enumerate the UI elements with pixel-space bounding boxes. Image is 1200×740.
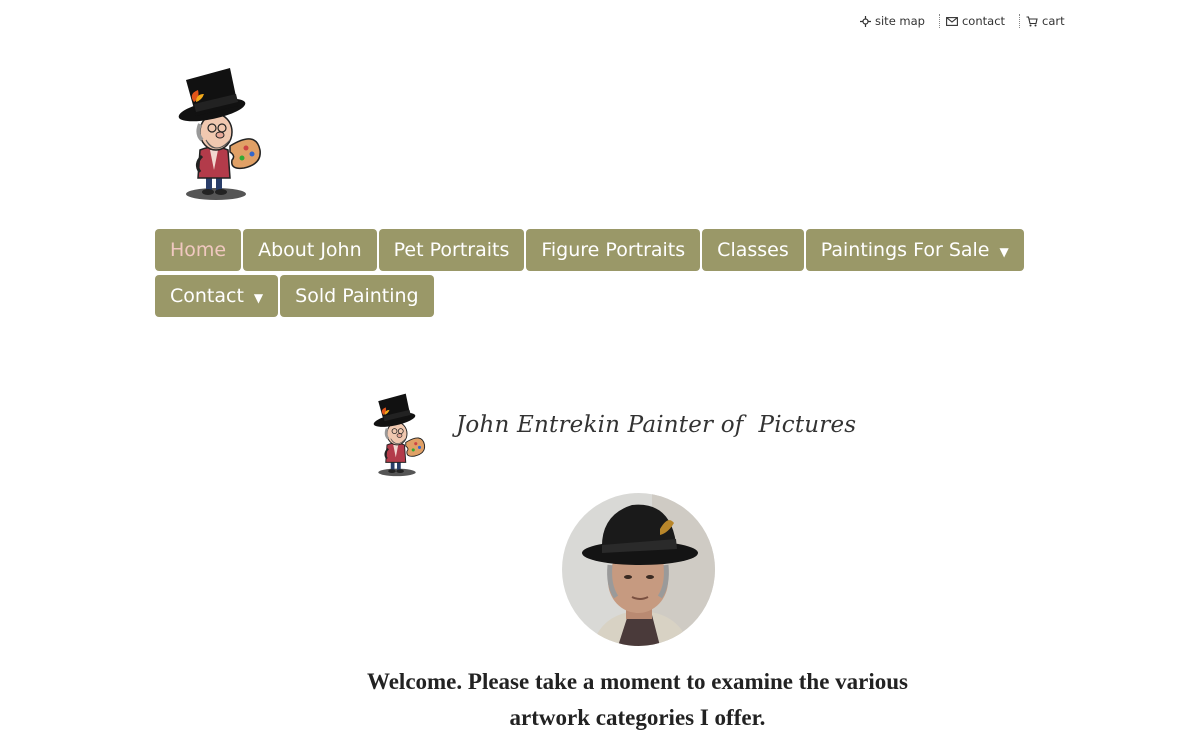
nav-item-paintings-for-sale[interactable]: Paintings For Sale ▼ — [805, 229, 1024, 271]
welcome-message: Welcome. Please take a moment to examine… — [330, 664, 945, 736]
welcome-line-2: artwork categories I offer. — [509, 705, 766, 730]
nav-item-classes[interactable]: Classes — [702, 229, 804, 271]
nav-item-contact[interactable]: Contact ▼ — [155, 275, 279, 317]
site-logo[interactable] — [160, 60, 272, 202]
site-map-link[interactable]: site map — [860, 14, 925, 28]
nav-item-about-john[interactable]: About John — [243, 229, 377, 271]
chevron-down-icon: ▼ — [253, 290, 264, 305]
envelope-icon — [946, 16, 958, 26]
nav-item-home[interactable]: Home — [155, 229, 242, 271]
divider — [1019, 14, 1021, 28]
nav-label: Pet Portraits — [393, 239, 510, 261]
mascot-image — [362, 388, 432, 478]
nav-label: Contact — [170, 285, 244, 307]
main-nav: Home About John Pet Portraits Figure Por… — [155, 229, 1035, 317]
nav-item-figure-portraits[interactable]: Figure Portraits — [526, 229, 701, 271]
cart-icon — [1026, 15, 1038, 27]
nav-item-pet-portraits[interactable]: Pet Portraits — [378, 229, 525, 271]
nav-label: Sold Painting — [295, 285, 419, 307]
banner-title: John Entrekin Painter of Pictures — [456, 412, 857, 438]
site-map-label: site map — [875, 14, 925, 28]
cart-link[interactable]: cart — [1026, 14, 1065, 28]
nav-item-sold-painting[interactable]: Sold Painting — [280, 275, 434, 317]
cart-label: cart — [1042, 14, 1065, 28]
contact-link[interactable]: contact — [946, 14, 1005, 28]
artist-portrait — [562, 493, 715, 646]
nav-label: About John — [258, 239, 362, 261]
nav-label: Home — [170, 239, 227, 261]
sitemap-icon — [860, 15, 871, 27]
welcome-line-1: Welcome. Please take a moment to examine… — [366, 669, 909, 694]
chevron-down-icon: ▼ — [999, 244, 1009, 259]
nav-label: Classes — [717, 239, 789, 261]
utility-links: site map contact cart — [860, 14, 1065, 28]
nav-label: Paintings For Sale — [820, 239, 990, 261]
divider — [938, 14, 940, 28]
nav-label: Figure Portraits — [541, 239, 686, 261]
contact-label: contact — [961, 14, 1006, 28]
